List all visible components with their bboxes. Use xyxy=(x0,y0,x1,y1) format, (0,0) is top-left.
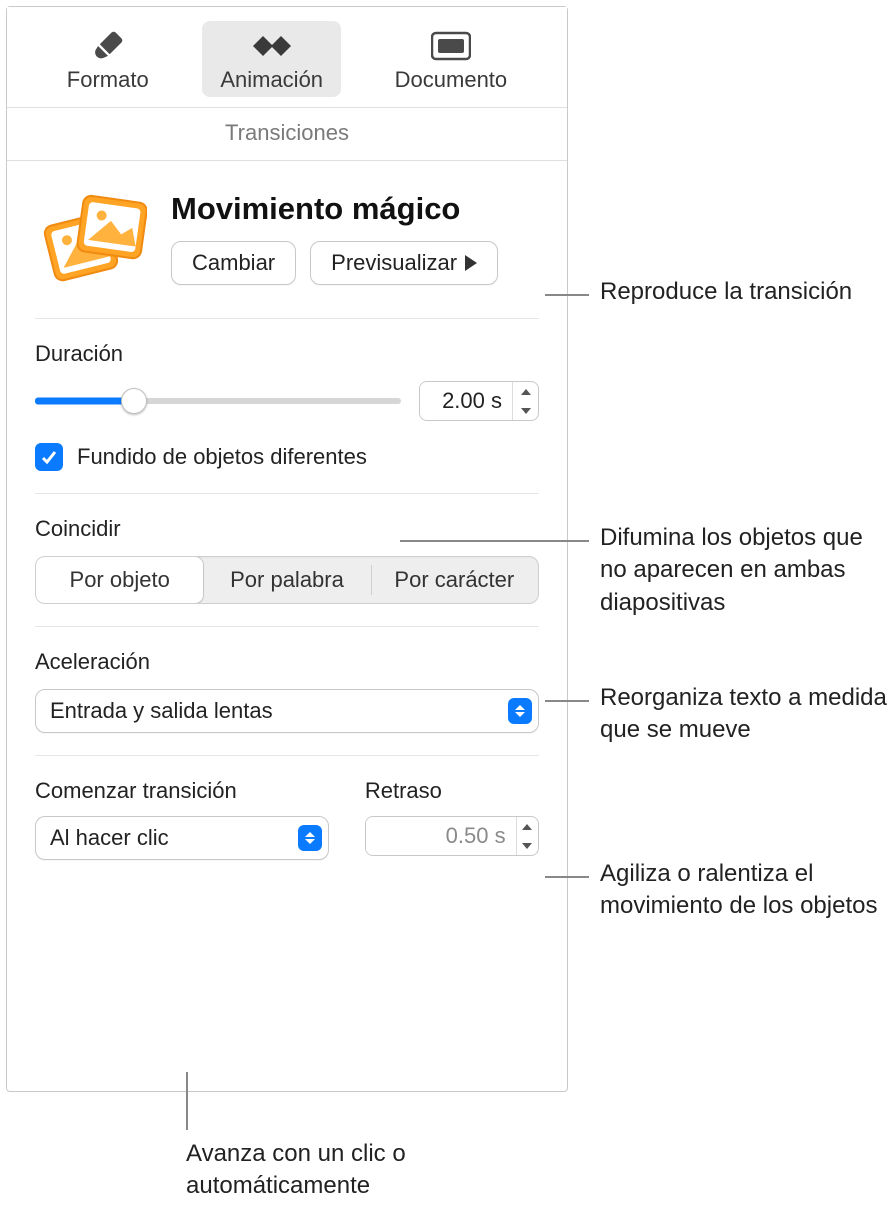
acceleration-value: Entrada y salida lentas xyxy=(50,698,273,724)
start-transition-value: Al hacer clic xyxy=(50,825,169,851)
duration-stepper xyxy=(419,381,539,421)
transition-hero: Movimiento mágico Cambiar Previsualizar xyxy=(35,161,539,319)
change-button-label: Cambiar xyxy=(192,250,275,276)
start-transition-label: Comenzar transición xyxy=(35,778,329,804)
match-by-word[interactable]: Por palabra xyxy=(203,557,370,603)
fade-unmatched-label: Fundido de objetos diferentes xyxy=(77,444,367,470)
brush-icon xyxy=(91,27,125,65)
popup-caret-icon xyxy=(508,698,532,724)
callout-match: Reorganiza texto a medida que se mueve xyxy=(600,682,890,747)
match-section: Coincidir Por objeto Por palabra Por car… xyxy=(35,494,539,627)
top-tabs: Formato Animación Documento xyxy=(7,7,567,108)
tab-format-label: Formato xyxy=(67,67,149,93)
diamonds-icon xyxy=(249,27,295,65)
match-by-character[interactable]: Por carácter xyxy=(371,557,538,603)
preview-button[interactable]: Previsualizar xyxy=(310,241,498,285)
callout-lead xyxy=(545,700,589,702)
callout-start: Avanza con un clic o automáticamente xyxy=(186,1138,486,1203)
delay-step-down[interactable] xyxy=(517,836,538,855)
tab-document-label: Documento xyxy=(395,67,508,93)
duration-step-up[interactable] xyxy=(513,382,538,401)
change-button[interactable]: Cambiar xyxy=(171,241,296,285)
tab-format[interactable]: Formato xyxy=(49,21,167,97)
tab-animation[interactable]: Animación xyxy=(202,21,341,97)
match-segmented-control: Por objeto Por palabra Por carácter xyxy=(35,556,539,604)
delay-value-input[interactable] xyxy=(366,817,516,855)
match-label: Coincidir xyxy=(35,516,539,542)
callout-lead xyxy=(545,876,589,878)
slide-icon xyxy=(431,27,471,65)
match-by-object[interactable]: Por objeto xyxy=(35,556,204,604)
play-icon xyxy=(465,255,477,271)
duration-slider[interactable] xyxy=(35,389,401,413)
duration-label: Duración xyxy=(35,341,539,367)
magic-move-icon xyxy=(35,191,155,292)
callout-accel: Agiliza o ralentiza el movimiento de los… xyxy=(600,858,880,923)
inspector-panel: Formato Animación Documento Transiciones xyxy=(6,6,568,1092)
acceleration-label: Aceleración xyxy=(35,649,539,675)
tab-document[interactable]: Documento xyxy=(377,21,526,97)
subheader-transitions: Transiciones xyxy=(7,108,567,161)
duration-section: Duración Fundi xyxy=(35,319,539,494)
delay-label: Retraso xyxy=(365,778,539,804)
tab-animation-label: Animación xyxy=(220,67,323,93)
popup-caret-icon xyxy=(298,825,322,851)
delay-step-up[interactable] xyxy=(517,817,538,836)
delay-stepper xyxy=(365,816,539,856)
preview-button-label: Previsualizar xyxy=(331,250,457,276)
callout-preview: Reproduce la transición xyxy=(600,276,860,308)
duration-value-input[interactable] xyxy=(420,382,512,420)
callout-lead xyxy=(186,1072,188,1130)
acceleration-section: Aceleración Entrada y salida lentas xyxy=(35,627,539,756)
transition-title: Movimiento mágico xyxy=(171,191,539,227)
acceleration-popup[interactable]: Entrada y salida lentas xyxy=(35,689,539,733)
callout-fade: Difumina los objetos que no aparecen en … xyxy=(600,522,880,619)
start-transition-popup[interactable]: Al hacer clic xyxy=(35,816,329,860)
callout-lead xyxy=(545,294,589,296)
duration-step-down[interactable] xyxy=(513,401,538,420)
fade-unmatched-checkbox[interactable] xyxy=(35,443,63,471)
callout-lead xyxy=(400,540,589,542)
